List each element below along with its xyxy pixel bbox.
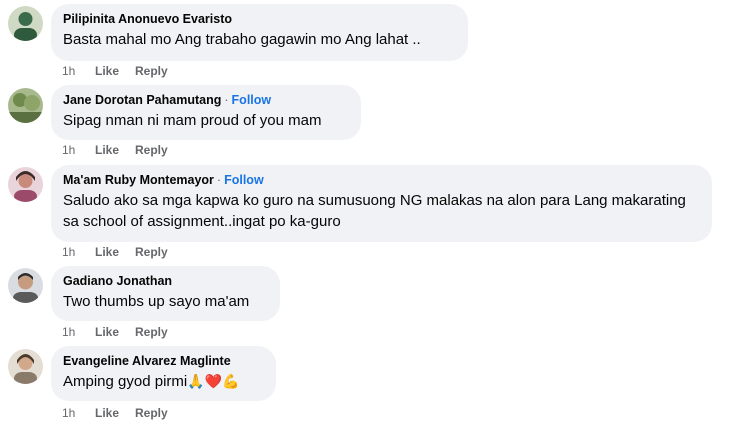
reply-button[interactable]: Reply: [135, 142, 168, 158]
comment-text: Two thumbs up sayo ma'am: [63, 293, 250, 310]
comment-actions: 1h Like Reply: [62, 244, 184, 260]
avatar[interactable]: [8, 268, 43, 303]
comment-author[interactable]: Jane Dorotan Pahamutang: [63, 93, 221, 107]
avatar[interactable]: [8, 88, 43, 123]
name-separator: ·: [224, 93, 229, 107]
avatar[interactable]: [8, 6, 43, 41]
reply-button[interactable]: Reply: [135, 324, 168, 340]
avatar[interactable]: [8, 167, 43, 202]
pray-emoji-icon: 🙏: [187, 373, 205, 389]
avatar[interactable]: [8, 349, 43, 384]
comment-text-row: Amping gyod pirmi🙏❤️💪: [63, 371, 264, 392]
comment-bubble: Evangeline Alvarez Maglinte Amping gyod …: [51, 346, 276, 401]
follow-button[interactable]: Follow: [232, 93, 272, 107]
comment-time[interactable]: 1h: [62, 244, 95, 260]
comment-actions: 1h Like Reply: [62, 142, 184, 158]
heart-emoji-icon: ❤️: [204, 373, 223, 389]
like-button[interactable]: Like: [95, 63, 119, 79]
comment-actions: 1h Like Reply: [62, 63, 184, 79]
comment-time[interactable]: 1h: [62, 63, 95, 79]
like-button[interactable]: Like: [95, 244, 119, 260]
reply-button[interactable]: Reply: [135, 63, 168, 79]
comment-time[interactable]: 1h: [62, 405, 95, 421]
comment-time[interactable]: 1h: [62, 142, 95, 158]
comment-author[interactable]: Evangeline Alvarez Maglinte: [63, 354, 231, 368]
comment-author[interactable]: Pilipinita Anonuevo Evaristo: [63, 12, 232, 26]
comment-bubble: Pilipinita Anonuevo Evaristo Basta mahal…: [51, 4, 468, 61]
name-separator: ·: [216, 173, 222, 187]
like-button[interactable]: Like: [95, 142, 119, 158]
like-button[interactable]: Like: [95, 405, 119, 421]
comment-bubble: Jane Dorotan Pahamutang · Follow Sipag nma…: [51, 85, 361, 140]
comment-text: Amping gyod pirmi: [63, 373, 188, 390]
comment-text: Basta mahal mo Ang trabaho gagawin mo An…: [63, 31, 421, 48]
comment-text: Saludo ako sa mga kapwa ko guro na sumus…: [63, 192, 686, 230]
comment-actions: 1h Like Reply: [62, 405, 184, 421]
comment-actions: 1h Like Reply: [62, 324, 184, 340]
comment-bubble: Ma'am Ruby Montemayor · Follow Saludo ako …: [51, 165, 712, 242]
reply-button[interactable]: Reply: [135, 405, 168, 421]
flexed-biceps-emoji-icon: 💪: [222, 373, 240, 389]
comment-bubble: Gadiano Jonathan Two thumbs up sayo ma'a…: [51, 266, 280, 321]
comment-author[interactable]: Ma'am Ruby Montemayor: [63, 173, 214, 187]
comment-text: Sipag nman ni mam proud of you mam: [63, 112, 322, 129]
comment-author[interactable]: Gadiano Jonathan: [63, 274, 172, 288]
like-button[interactable]: Like: [95, 324, 119, 340]
reply-button[interactable]: Reply: [135, 244, 168, 260]
comment-time[interactable]: 1h: [62, 324, 95, 340]
follow-button[interactable]: Follow: [224, 173, 264, 187]
